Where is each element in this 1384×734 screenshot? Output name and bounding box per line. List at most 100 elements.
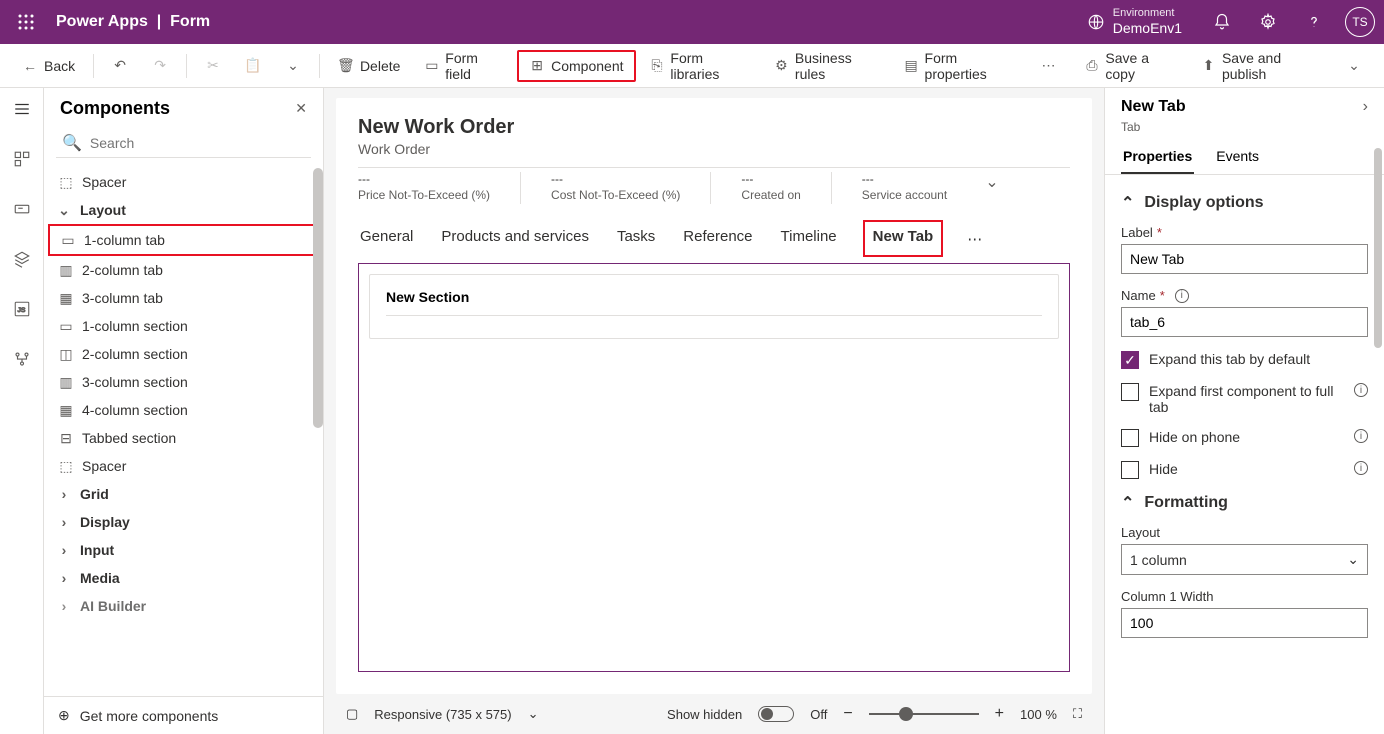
overflow-button[interactable]: ⋯ xyxy=(1031,52,1067,80)
search-icon: 🔍 xyxy=(62,133,82,153)
tree-group-layout[interactable]: ⌄Layout xyxy=(48,196,323,224)
label-input[interactable] xyxy=(1121,244,1368,274)
undo-button[interactable]: ↶ xyxy=(102,52,138,80)
checkbox-hide[interactable]: Hidei xyxy=(1121,461,1368,479)
tree-group-input[interactable]: ›Input xyxy=(48,536,323,564)
name-input[interactable] xyxy=(1121,307,1368,337)
search-input[interactable] xyxy=(90,135,305,151)
header-field[interactable]: ---Cost Not-To-Exceed (%) xyxy=(551,172,680,202)
section3-icon: ▥ xyxy=(58,374,74,390)
form-libraries-button[interactable]: ⎘Form libraries xyxy=(640,44,761,88)
close-panel-button[interactable]: ✕ xyxy=(295,100,307,117)
tab-products[interactable]: Products and services xyxy=(439,222,591,255)
header-field[interactable]: ---Service account xyxy=(862,172,947,202)
component-button[interactable]: ⊞Component xyxy=(517,50,635,82)
form-properties-button[interactable]: ▤Form properties xyxy=(894,44,1027,88)
tree-view-button[interactable] xyxy=(5,142,39,176)
tree-item-tabbed-section[interactable]: ⊟Tabbed section xyxy=(48,424,323,452)
checkbox-expand-default[interactable]: ✓Expand this tab by default xyxy=(1121,351,1368,369)
rules-rail-button[interactable] xyxy=(5,342,39,376)
fields-rail-button[interactable] xyxy=(5,192,39,226)
get-more-components[interactable]: ⊕Get more components xyxy=(44,696,323,734)
info-icon[interactable]: i xyxy=(1354,383,1368,397)
tree-item-2-column-section[interactable]: ◫2-column section xyxy=(48,340,323,368)
settings-button[interactable] xyxy=(1248,2,1288,42)
header-expand-button[interactable]: ⌄ xyxy=(985,172,998,192)
tree-item-spacer2[interactable]: ⬚Spacer xyxy=(48,452,323,480)
header-field[interactable]: ---Price Not-To-Exceed (%) xyxy=(358,172,490,202)
header-field[interactable]: ---Created on xyxy=(741,172,800,202)
props-tab-properties[interactable]: Properties xyxy=(1121,140,1194,174)
checkbox-hide-phone[interactable]: Hide on phonei xyxy=(1121,429,1368,447)
info-icon[interactable]: i xyxy=(1354,461,1368,475)
info-icon[interactable]: i xyxy=(1354,429,1368,443)
user-avatar[interactable]: TS xyxy=(1340,2,1380,42)
help-button[interactable] xyxy=(1294,2,1334,42)
paste-dropdown[interactable]: ⌄ xyxy=(275,52,311,80)
tab-reference[interactable]: Reference xyxy=(681,222,754,255)
show-hidden-label: Show hidden xyxy=(667,707,742,722)
zoom-slider[interactable] xyxy=(869,713,979,715)
environment-picker[interactable]: Environment DemoEnv1 xyxy=(1087,7,1182,37)
env-label: Environment xyxy=(1113,7,1182,20)
zoom-out-button[interactable]: − xyxy=(843,705,852,723)
tree-group-grid[interactable]: ›Grid xyxy=(48,480,323,508)
save-dropdown[interactable]: ⌄ xyxy=(1336,52,1372,80)
show-hidden-toggle[interactable] xyxy=(758,706,794,722)
tab-new-tab[interactable]: New Tab xyxy=(863,220,944,257)
zoom-in-button[interactable]: + xyxy=(995,705,1004,723)
chevron-up-icon: ⌃ xyxy=(1121,193,1134,213)
chevron-down-icon[interactable]: ⌄ xyxy=(528,706,539,722)
tree-item-1-column-section[interactable]: ▭1-column section xyxy=(48,312,323,340)
form-field-button[interactable]: ▭Form field xyxy=(414,44,513,88)
cut-button[interactable]: ✂ xyxy=(195,52,231,80)
section-card[interactable]: New Section xyxy=(369,274,1059,339)
props-tab-events[interactable]: Events xyxy=(1214,140,1261,174)
library-icon: ⎘ xyxy=(650,58,665,74)
redo-button[interactable]: ↷ xyxy=(142,52,178,80)
tab-timeline[interactable]: Timeline xyxy=(779,222,839,255)
layers-rail-button[interactable] xyxy=(5,242,39,276)
chevron-right-icon: › xyxy=(56,598,72,614)
scrollbar[interactable] xyxy=(1374,148,1382,348)
js-rail-button[interactable]: JS xyxy=(5,292,39,326)
tree-item-3-column-tab[interactable]: ▦3-column tab xyxy=(48,284,323,312)
tree-group-display[interactable]: ›Display xyxy=(48,508,323,536)
tree-group-ai-builder[interactable]: ›AI Builder xyxy=(48,592,323,620)
business-rules-button[interactable]: ⚙Business rules xyxy=(764,44,890,88)
hamburger-button[interactable] xyxy=(5,92,39,126)
tree-item-1-column-tab[interactable]: ▭1-column tab xyxy=(48,224,323,256)
tree-item-spacer[interactable]: ⬚Spacer xyxy=(48,168,323,196)
tree-item-3-column-section[interactable]: ▥3-column section xyxy=(48,368,323,396)
info-icon[interactable]: i xyxy=(1175,289,1189,303)
expand-icon[interactable]: › xyxy=(1363,98,1368,116)
paste-button[interactable]: 📋 xyxy=(235,52,271,80)
tab-overflow[interactable]: ⋯ xyxy=(967,230,982,248)
checkbox-expand-first[interactable]: Expand first component to full tabi xyxy=(1121,383,1368,415)
tab-general[interactable]: General xyxy=(358,222,415,255)
delete-button[interactable]: 🗑Delete xyxy=(328,52,410,80)
fit-icon[interactable]: ⛶ xyxy=(1073,706,1082,722)
tab-tasks[interactable]: Tasks xyxy=(615,222,657,255)
tab-canvas[interactable]: New Section xyxy=(358,263,1070,672)
tree-group-media[interactable]: ›Media xyxy=(48,564,323,592)
scrollbar[interactable] xyxy=(313,168,323,428)
save-copy-icon: ⎙ xyxy=(1085,58,1100,74)
components-search[interactable]: 🔍 xyxy=(56,129,311,158)
undo-icon: ↶ xyxy=(112,58,128,74)
notifications-button[interactable] xyxy=(1202,2,1242,42)
save-copy-button[interactable]: ⎙Save a copy xyxy=(1075,44,1188,88)
tree-item-2-column-tab[interactable]: ▥2-column tab xyxy=(48,256,323,284)
publish-icon: ⬆ xyxy=(1201,58,1216,74)
section-display-options[interactable]: ⌃Display options xyxy=(1121,193,1368,213)
add-icon: ⊕ xyxy=(58,707,70,724)
col1-input[interactable] xyxy=(1121,608,1368,638)
chevron-right-icon: › xyxy=(56,570,72,586)
tree-item-4-column-section[interactable]: ▦4-column section xyxy=(48,396,323,424)
responsive-label[interactable]: Responsive (735 x 575) xyxy=(374,707,511,722)
back-button[interactable]: ←Back xyxy=(12,52,85,80)
app-launcher[interactable] xyxy=(4,14,48,30)
layout-select[interactable]: 1 column⌄ xyxy=(1121,544,1368,575)
save-publish-button[interactable]: ⬆Save and publish xyxy=(1191,44,1332,88)
section-formatting[interactable]: ⌃Formatting xyxy=(1121,493,1368,513)
